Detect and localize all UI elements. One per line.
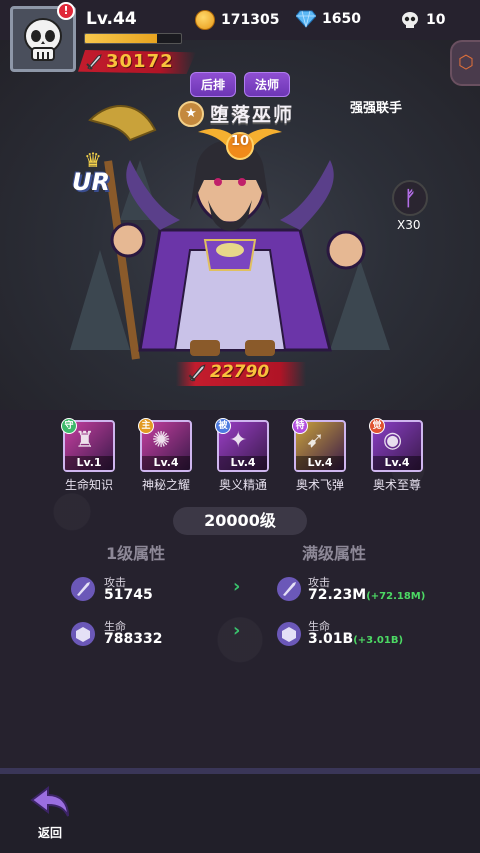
player-level: Lv.44 [86,9,137,29]
skill-icon: ➹ 特 Lv.4 [292,418,346,472]
skill-item[interactable]: ✺ 主 Lv.4 神秘之耀 [135,418,197,493]
hero-star-count: 10 [230,134,250,149]
shard-rune-icon: ᚠ [404,186,416,210]
skull-avatar-icon [24,18,62,61]
max-hp-gain: (+3.01B) [353,635,404,646]
skill-level: Lv.4 [142,456,190,470]
skill-item[interactable]: ◉ 觉 Lv.4 奥术至尊 [366,418,428,493]
hero-sword-icon [188,364,206,382]
skill-level: Lv.4 [296,456,344,470]
skill-icon: ◉ 觉 Lv.4 [369,418,423,472]
skill-icon: ✺ 主 Lv.4 [138,418,192,472]
skill-level: Lv.4 [373,456,421,470]
back-button[interactable]: 返回 [28,786,72,840]
base-hp-value: 788332 [104,631,163,647]
skill-name: 神秘之耀 [141,478,190,492]
hero-power-value: 22790 [210,362,270,382]
hero-tags: 后排 法师 [190,72,291,97]
max-hp-value: 3.01B [308,631,354,647]
skill-kind-badge: 主 [138,418,154,434]
hero-shard-token[interactable]: ᚠ [392,180,428,216]
attack-icon [277,577,301,601]
max-hp-row: 3.01B(+3.01B) [308,631,403,647]
skill-name: 奥义精通 [218,478,267,492]
skill-item[interactable]: ♜ 守 Lv.1 生命知识 [58,418,120,493]
shard-count: X30 [397,218,421,232]
arrow-right-icon: › [233,620,241,641]
skill-kind-badge: 特 [292,418,308,434]
player-header: ! Lv.44 30172 171305 1650 10 [0,0,480,80]
faction-icon: ★ [178,100,204,127]
hero-tag-position: 后排 [190,72,237,97]
gold-currency[interactable]: 171305 [195,10,279,30]
skill-name: 生命知识 [64,478,113,492]
hero-name: 堕落巫师 [210,104,295,126]
player-power-value: 30172 [106,51,174,72]
max-stats-header: 满级属性 [302,544,367,563]
max-attack-value: 72.23M [308,587,367,603]
skill-item[interactable]: ✦ 被 Lv.4 奥义精通 [212,418,274,493]
exp-bar [84,33,182,44]
hero-tag-class: 法师 [244,72,291,97]
exp-bar-fill [85,34,157,43]
back-label: 返回 [37,826,62,840]
skull-amount: 10 [426,12,446,28]
alert-badge: ! [57,2,75,20]
skill-icon: ♜ 守 Lv.1 [61,418,115,472]
skill-item[interactable]: ➹ 特 Lv.4 奥术飞弹 [289,418,351,493]
skill-kind-badge: 觉 [369,418,385,434]
rune-icon: ✦ [229,428,248,453]
health-icon [277,622,301,646]
diamond-icon [296,10,316,28]
sword-icon [86,54,102,70]
skull-currency[interactable]: 10 [400,10,445,30]
hero-name-row: ★ 堕落巫师 [178,100,294,127]
skill-name: 奥术至尊 [372,478,421,492]
hero-subtitle: 强强联手 [350,101,403,116]
max-attack-row: 72.23M(+72.18M) [308,587,425,603]
gem-currency[interactable]: 1650 [296,10,361,28]
skill-list: ♜ 守 Lv.1 生命知识 ✺ 主 Lv.4 神秘之耀 ✦ 被 Lv.4 奥义精… [58,418,428,493]
level-banner: 20000级 [173,507,307,535]
skill-kind-badge: 被 [215,418,231,434]
base-stats-header: 1级属性 [106,544,166,563]
health-icon [71,622,95,646]
skill-level: Lv.4 [219,456,267,470]
missile-icon: ➹ [306,428,325,453]
skill-icon: ✦ 被 Lv.4 [215,418,269,472]
rarity-label: UR [72,168,110,196]
gold-amount: 171305 [221,12,280,28]
castle-icon: ♜ [75,428,95,453]
gem-amount: 1650 [322,11,361,27]
base-attack-value: 51745 [104,587,153,603]
gold-coin-icon [195,10,215,30]
burst-icon: ✺ [152,428,171,453]
skill-name: 奥术飞弹 [295,478,344,492]
attack-icon [71,577,95,601]
skill-level: Lv.1 [65,456,113,470]
skull-icon [402,12,418,28]
back-arrow-icon [30,786,69,817]
eye-icon: ◉ [383,428,403,453]
arrow-right-icon: › [233,576,241,597]
rarity-badge: ♛ UR [72,148,126,204]
max-attack-gain: (+72.18M) [366,591,426,602]
bottom-bar [0,774,480,853]
skill-kind-badge: 守 [61,418,77,434]
